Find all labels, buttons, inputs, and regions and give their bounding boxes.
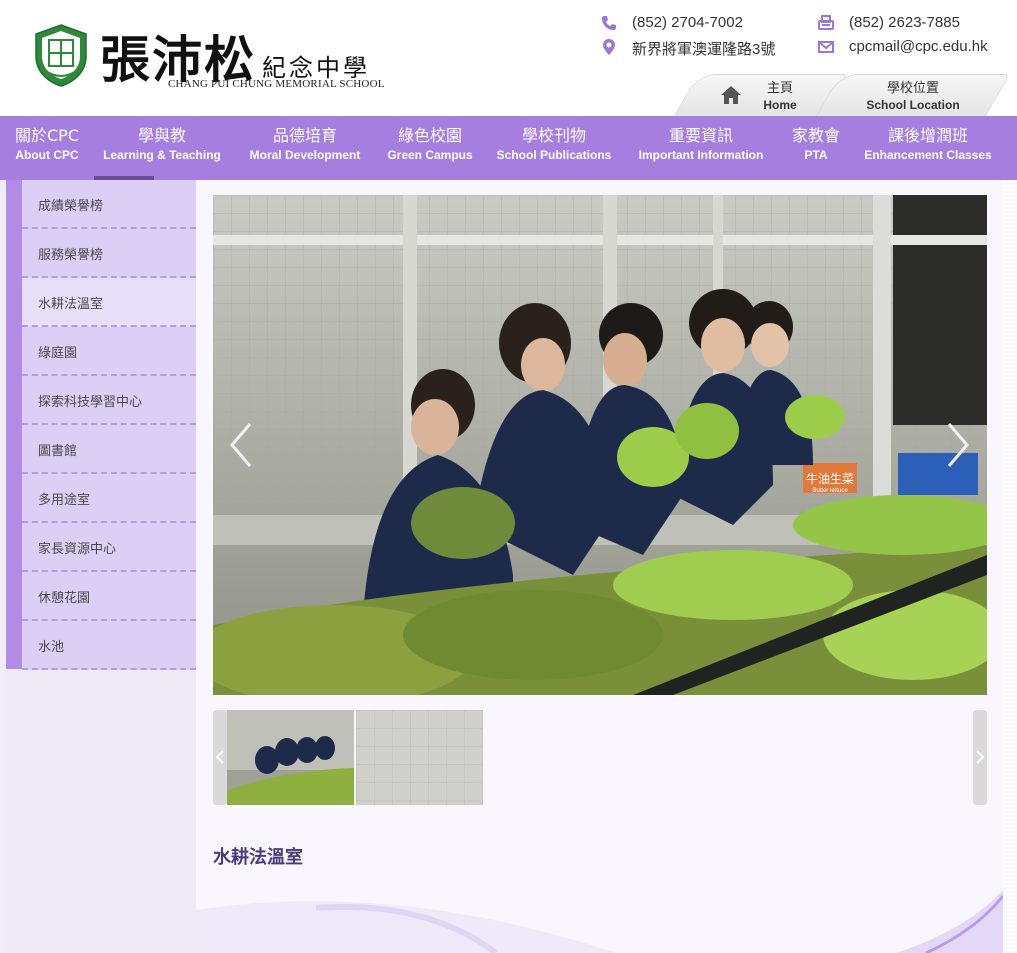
mail-icon xyxy=(818,41,834,53)
nav-important-cn: 重要資訊 xyxy=(668,126,733,145)
school-name-en: CHANG PUI CHUNG MEMORIAL SCHOOL xyxy=(168,78,385,90)
fax-text: (852) 2623-7885 xyxy=(849,14,960,31)
sidebar: 成績榮譽榜 服務榮譽榜 水耕法溫室 綠庭園 探索科技學習中心 圖書館 多用途室 … xyxy=(6,180,196,670)
sidebar-item-green-courtyard[interactable]: 綠庭園 xyxy=(22,327,196,376)
nav-learning-cn: 學與教 xyxy=(137,126,186,145)
decorative-wave xyxy=(196,890,1003,953)
address-text: 新界將軍澳運隆路3號 xyxy=(632,41,776,58)
tab-home-cn: 主頁 xyxy=(766,81,793,96)
sidebar-item-parent-resource-centre[interactable]: 家長資源中心 xyxy=(22,523,196,572)
thumbnail-2-image xyxy=(356,710,483,805)
fax-icon xyxy=(818,15,834,30)
school-emblem-icon xyxy=(35,24,87,87)
thumbnail-1[interactable] xyxy=(227,710,354,805)
sidebar-item-tech-learning-centre[interactable]: 探索科技學習中心 xyxy=(22,376,196,425)
nav-enhancement-classes[interactable]: 課後增潤班 Enhancement Classes xyxy=(860,116,996,180)
sidebar-item-library[interactable]: 圖書館 xyxy=(22,425,196,474)
header: 張沛松 紀念中學 CHANG PUI CHUNG MEMORIAL SCHOOL… xyxy=(0,0,1017,116)
chevron-left-icon xyxy=(215,750,224,764)
sidebar-item-label: 圖書館 xyxy=(38,444,78,459)
nav-publications-cn: 學校刊物 xyxy=(521,126,586,145)
nav-learning-en: Learning & Teaching xyxy=(103,148,221,162)
sidebar-item-multipurpose-room[interactable]: 多用途室 xyxy=(22,474,196,523)
slideshow-image: 牛油生菜 Butter lettuce xyxy=(213,195,987,695)
sidebar-item-label: 成績榮譽榜 xyxy=(38,199,104,214)
thumbnail-next-button[interactable] xyxy=(973,710,987,805)
school-logo[interactable]: 張沛松 紀念中學 CHANG PUI CHUNG MEMORIAL SCHOOL xyxy=(30,22,384,94)
nav-pta-cn: 家教會 xyxy=(791,126,840,145)
page-title: 水耕法溫室 xyxy=(213,847,303,868)
nav-moral-cn: 品德培育 xyxy=(272,126,337,145)
home-icon xyxy=(721,86,741,104)
nav-pta[interactable]: 家教會 PTA xyxy=(786,116,846,180)
tab-location-en: School Location xyxy=(866,98,960,112)
sidebar-item-label: 綠庭園 xyxy=(38,346,78,361)
sidebar-item-label: 水池 xyxy=(38,640,65,655)
sidebar-item-label: 探索科技學習中心 xyxy=(38,395,143,410)
nav-publications-en: School Publications xyxy=(496,148,612,162)
tab-school-location[interactable]: 學校位置 School Location xyxy=(858,74,968,116)
slideshow-next-arrow-icon[interactable] xyxy=(943,420,973,470)
sidebar-item-leisure-garden[interactable]: 休憩花園 xyxy=(22,572,196,621)
phone-text: (852) 2704-7002 xyxy=(632,14,743,31)
chevron-right-icon xyxy=(976,750,985,764)
nav-moral-development[interactable]: 品德培育 Moral Development xyxy=(240,116,370,180)
tab-location-cn: 學校位置 xyxy=(886,81,939,96)
nav-school-publications[interactable]: 學校刊物 School Publications xyxy=(492,116,616,180)
nav-pta-en: PTA xyxy=(804,148,828,162)
top-tabs: 主頁 Home 學校位置 School Location xyxy=(668,74,1011,116)
sidebar-item-label: 休憩花園 xyxy=(38,591,91,606)
thumbnail-strip xyxy=(213,710,987,805)
nav-green-en: Green Campus xyxy=(387,148,473,162)
nav-important-information[interactable]: 重要資訊 Important Information xyxy=(628,116,774,180)
tab-home[interactable]: 主頁 Home xyxy=(718,74,828,116)
sidebar-accent xyxy=(6,180,22,669)
nav-about[interactable]: 關於CPC About CPC xyxy=(6,116,88,180)
sidebar-item-label: 水耕法溫室 xyxy=(38,297,104,312)
sidebar-item-label: 家長資源中心 xyxy=(38,542,117,557)
nav-green-cn: 綠色校園 xyxy=(397,126,462,145)
sidebar-item-service-honours[interactable]: 服務榮譽榜 xyxy=(22,229,196,278)
sidebar-item-label: 服務榮譽榜 xyxy=(38,248,104,263)
nav-learning-teaching[interactable]: 學與教 Learning & Teaching xyxy=(98,116,226,180)
nav-important-en: Important Information xyxy=(638,148,764,162)
greenhouse-photo: 牛油生菜 Butter lettuce xyxy=(213,195,987,695)
thumbnail-prev-button[interactable] xyxy=(213,710,227,805)
sign-label: 牛油生菜 xyxy=(806,471,854,486)
nav-moral-en: Moral Development xyxy=(249,148,361,162)
sidebar-lower xyxy=(6,669,196,953)
nav-about-en: About CPC xyxy=(15,148,79,162)
sidebar-item-academic-honours[interactable]: 成績榮譽榜 xyxy=(22,180,196,229)
thumbnail-1-image xyxy=(227,710,354,805)
sidebar-item-label: 多用途室 xyxy=(38,493,91,508)
slideshow-prev-arrow-icon[interactable] xyxy=(226,420,256,470)
right-edge xyxy=(1003,180,1017,953)
main-nav: 關於CPC About CPC 學與教 Learning & Teaching … xyxy=(0,116,1017,180)
sidebar-item-pond[interactable]: 水池 xyxy=(22,621,196,670)
sign-label-en: Butter lettuce xyxy=(812,488,848,494)
nav-enhancement-cn: 課後增潤班 xyxy=(887,126,968,145)
phone-icon xyxy=(602,16,616,30)
sidebar-item-hydroponic-greenhouse[interactable]: 水耕法溫室 xyxy=(22,278,196,327)
nav-enhancement-en: Enhancement Classes xyxy=(864,148,992,162)
nav-about-cn: 關於CPC xyxy=(15,126,79,145)
email-text[interactable]: cpcmail@cpc.edu.hk xyxy=(849,38,988,55)
thumbnail-2[interactable] xyxy=(356,710,483,805)
location-pin-icon xyxy=(603,39,615,55)
nav-green-campus[interactable]: 綠色校園 Green Campus xyxy=(382,116,478,180)
tab-home-en: Home xyxy=(763,98,797,112)
